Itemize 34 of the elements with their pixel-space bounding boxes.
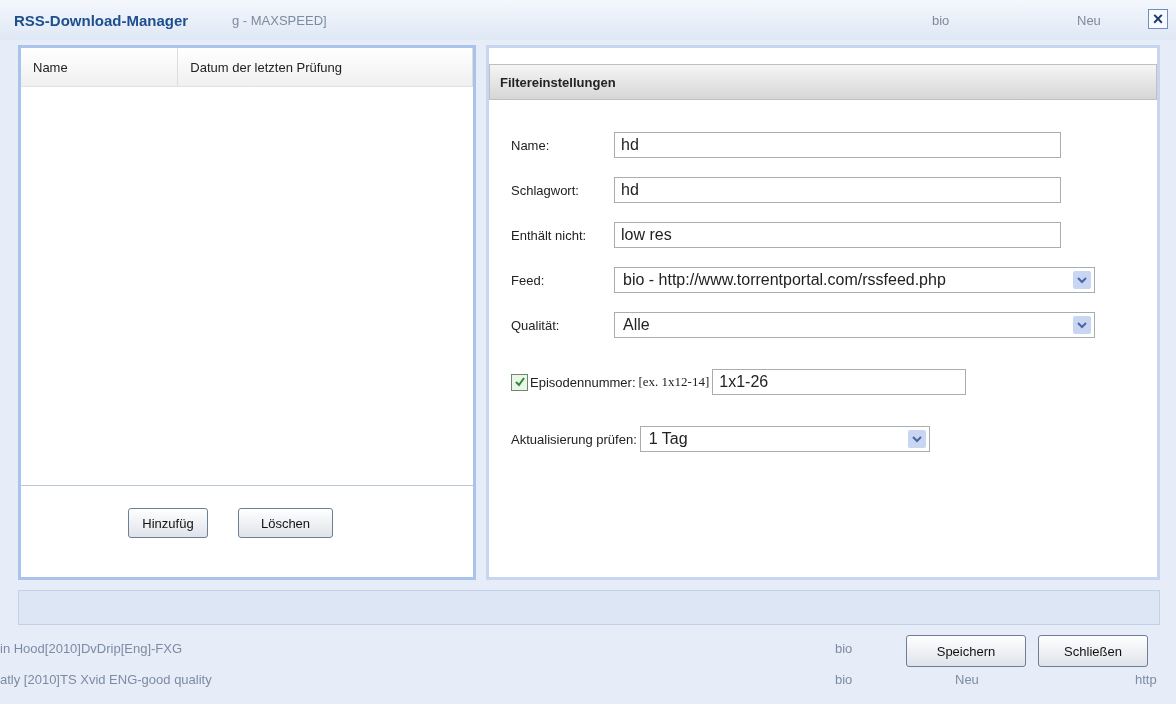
field-label: Enthält nicht: xyxy=(511,227,588,243)
field-label: Feed: xyxy=(511,272,546,288)
input-field[interactable]: hd xyxy=(614,177,1061,203)
background-text: http xyxy=(1135,672,1157,687)
add-button[interactable]: Hinzufüg xyxy=(128,508,208,538)
window-title: RSS-Download-Manager xyxy=(14,11,190,29)
field-label: Episodennummer: xyxy=(530,374,636,390)
background-text: atly [2010]TS Xvid ENG-good quality xyxy=(0,672,213,687)
column-header[interactable]: Datum der letzten Prüfung xyxy=(178,48,473,86)
background-text: Neu xyxy=(1077,12,1101,28)
background-text: bio xyxy=(835,672,854,687)
background-text: in Hood[2010]DvDrip[Eng]-FXG xyxy=(0,641,184,656)
close-dialog-button[interactable]: Schließen xyxy=(1038,635,1148,667)
field-label: Name: xyxy=(511,137,551,153)
panel-header: Filtereinstellungen xyxy=(489,64,1157,100)
column-header[interactable]: Name xyxy=(21,48,179,86)
checkbox[interactable] xyxy=(511,373,528,391)
save-button[interactable]: Speichern xyxy=(906,635,1026,667)
delete-button[interactable]: Löschen xyxy=(238,508,333,538)
dropdown-field[interactable]: 1 Tag xyxy=(639,426,930,452)
input-field[interactable]: low res xyxy=(614,222,1061,248)
field-label: Schlagwort: xyxy=(511,182,580,198)
dropdown-field[interactable]: Alle xyxy=(614,312,1095,338)
background-text: bio xyxy=(932,12,951,28)
background-text: bio xyxy=(835,641,853,656)
field-hint: [ex. 1x12-14] xyxy=(638,374,710,390)
background-text: Neu xyxy=(955,672,980,687)
background-text: g - MAXSPEED] xyxy=(232,12,328,28)
field-label: Qualität: xyxy=(511,317,561,333)
input-field[interactable]: 1x1-26 xyxy=(712,369,967,395)
close-button[interactable]: × xyxy=(1148,9,1168,29)
input-field[interactable]: hd xyxy=(614,132,1061,158)
dropdown-field[interactable]: bio - http://www.torrentportal.com/rssfeed.php xyxy=(614,267,1095,293)
field-label: Aktualisierung prüfen: xyxy=(511,431,637,447)
